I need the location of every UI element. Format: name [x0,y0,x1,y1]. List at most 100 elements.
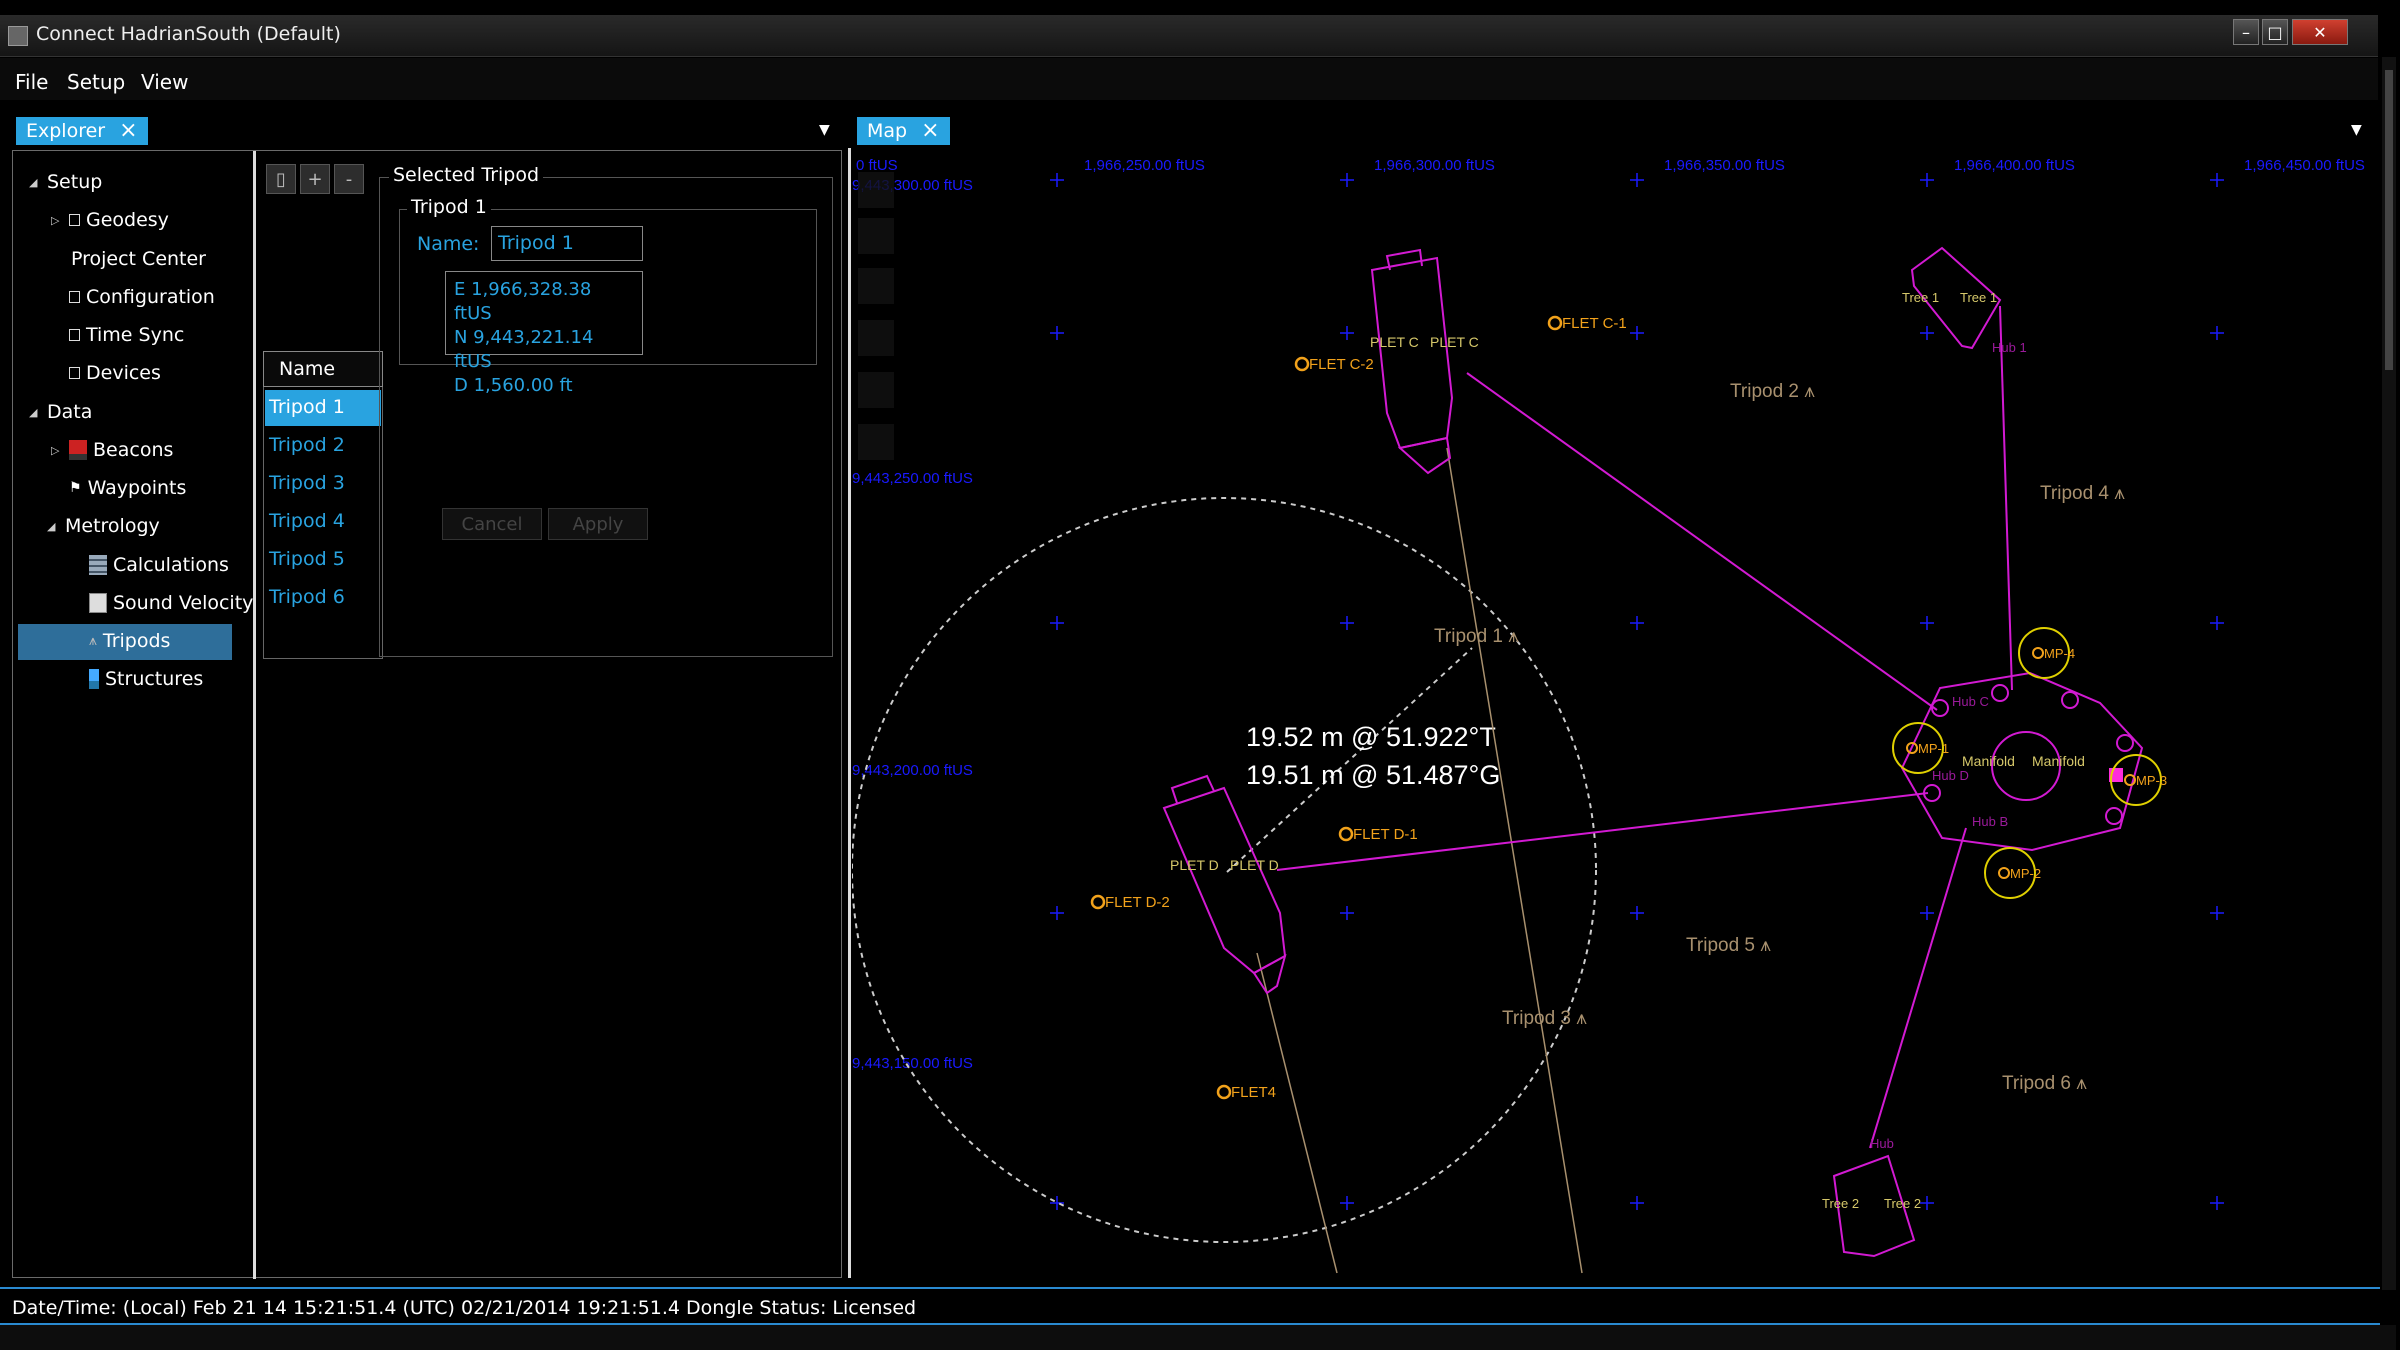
panel-splitter[interactable] [848,148,851,1278]
menu-setup[interactable]: Setup [67,70,125,94]
scrollbar-thumb[interactable] [2385,70,2393,370]
maximize-button[interactable]: □ [2262,19,2288,45]
tree-splitter[interactable] [253,151,256,1279]
list-item[interactable]: Tripod 1 [265,390,381,426]
flet-marker [1294,356,1310,372]
title-bar: Connect HadrianSouth (Default) – □ ✕ [0,15,2378,57]
close-icon[interactable]: × [921,120,939,142]
list-item[interactable]: Tripod 2 [265,428,381,464]
tree-label: Tree 2 [1884,1196,1921,1211]
tree-item-metrology[interactable]: ◢ Metrology [47,515,160,537]
grid-cross [1630,326,1644,340]
explorer-tab-label: Explorer [26,120,106,142]
grid-x-label: 1,966,300.00 ftUS [1374,157,1495,174]
tab-map[interactable]: Map × [857,117,950,145]
list-item[interactable]: Tripod 5 [265,542,381,578]
cancel-button[interactable]: Cancel [442,508,542,540]
depth-value: D 1,560.00 ft [454,375,573,396]
plet-label: PLET C [1430,334,1479,350]
panel-menu-icon[interactable]: ▼ [2351,122,2362,138]
northing-value: N 9,443,221.14 ftUS [454,327,594,372]
flowline [1999,305,2013,691]
clipboard-icon[interactable]: ▯ [266,164,296,194]
tree-item-waypoints[interactable]: ⚑ Waypoints [69,477,186,499]
tree-item-sound-velocity[interactable]: Sound Velocity [89,592,253,614]
plet-d-outline [1162,786,1287,975]
grid-y-label: 9,443,250.00 ftUS [852,470,973,487]
hub-marker [2105,807,2123,825]
easting-value: E 1,966,328.38 ftUS [454,279,592,324]
collapsed-icon[interactable]: ▷ [51,214,63,227]
map-tool-icon [858,320,894,356]
tree-item-calculations[interactable]: Calculations [89,554,229,576]
mp-label: MP-1 [1918,741,1949,756]
close-icon[interactable]: × [119,120,137,142]
mp-label: MP-2 [2010,866,2041,881]
tree-item-devices[interactable]: Devices [69,362,161,384]
grid-cross [1340,173,1354,187]
hub-label: Hub C [1952,694,1989,709]
calculator-icon [89,555,107,575]
window-title: Connect HadrianSouth (Default) [36,23,341,45]
hub-label: Hub D [1932,768,1969,783]
hub-label: Hub B [1972,814,2008,829]
list-item[interactable]: Tripod 4 [265,504,381,540]
flet-label: FLET C-1 [1562,315,1627,332]
survey-line [1446,447,1583,1274]
plet-label: PLET C [1370,334,1419,350]
subgroup-title: Tripod 1 [407,196,491,218]
expanded-icon[interactable]: ◢ [29,406,41,419]
expanded-icon[interactable]: ◢ [29,176,41,189]
list-item[interactable]: Tripod 6 [265,580,381,616]
grid-cross [2210,326,2224,340]
map-canvas[interactable]: 1,966,250.00 ftUS 1,966,300.00 ftUS 1,966,… [852,148,2382,1283]
tree-item-structures[interactable]: Structures [89,668,203,690]
map-tool-icon [858,218,894,254]
folder-icon [69,367,80,379]
flet-label: FLET4 [1231,1084,1276,1101]
tree-item-tripods[interactable]: ⩚ Tripods [89,630,170,652]
hub-marker [2061,691,2079,709]
grid-cross [2210,173,2224,187]
tree-item-time-sync[interactable]: Time Sync [69,324,184,346]
apply-button[interactable]: Apply [548,508,648,540]
grid-cross [1340,1196,1354,1210]
tripod-label: Tripod 1 ⩚ [1434,626,1519,647]
menu-view[interactable]: View [141,70,188,94]
tab-explorer[interactable]: Explorer × [16,117,148,145]
tripod-icon: ⩚ [89,633,97,649]
tree-item-setup[interactable]: ◢ Setup [29,171,102,193]
panel-menu-icon[interactable]: ▼ [819,122,830,138]
tripod-label: Tripod 2 ⩚ [1730,381,1815,402]
tree-item-configuration[interactable]: Configuration [69,286,215,308]
survey-line [1256,952,1338,1274]
collapsed-icon[interactable]: ▷ [51,444,63,457]
grid-cross [1340,906,1354,920]
grid-x-label: 1,966,400.00 ftUS [1954,157,2075,174]
grid-cross [1340,326,1354,340]
minimize-button[interactable]: – [2233,19,2259,45]
status-bar: Date/Time: (Local) Feb 21 14 15:21:51.4 … [0,1287,2380,1325]
flet-marker [1090,894,1106,910]
add-button[interactable]: + [300,164,330,194]
close-button[interactable]: ✕ [2292,19,2348,45]
manifold-label: Manifold [2032,753,2085,769]
tree-item-project-center[interactable]: Project Center [71,248,206,270]
expanded-icon[interactable]: ◢ [47,520,59,533]
menu-bar: File Setup View [0,58,2378,100]
list-header-name[interactable]: Name [263,351,383,387]
hub-label: Hub 1 [1992,340,2027,355]
tree-item-beacons[interactable]: ▷ Beacons [51,439,173,461]
tree-label: Tree 1 [1960,290,1997,305]
name-field[interactable]: Tripod 1 [491,226,643,261]
grid-cross [1050,1196,1064,1210]
tree-item-data[interactable]: ◢ Data [29,401,92,423]
manifold-label: Manifold [1962,753,2015,769]
menu-file[interactable]: File [15,70,48,94]
list-item[interactable]: Tripod 3 [265,466,381,502]
remove-button[interactable]: - [334,164,364,194]
tree-item-geodesy[interactable]: ▷ Geodesy [51,209,169,231]
grid-cross [1050,616,1064,630]
flag-icon: ⚑ [69,480,82,496]
grid-cross [1630,906,1644,920]
